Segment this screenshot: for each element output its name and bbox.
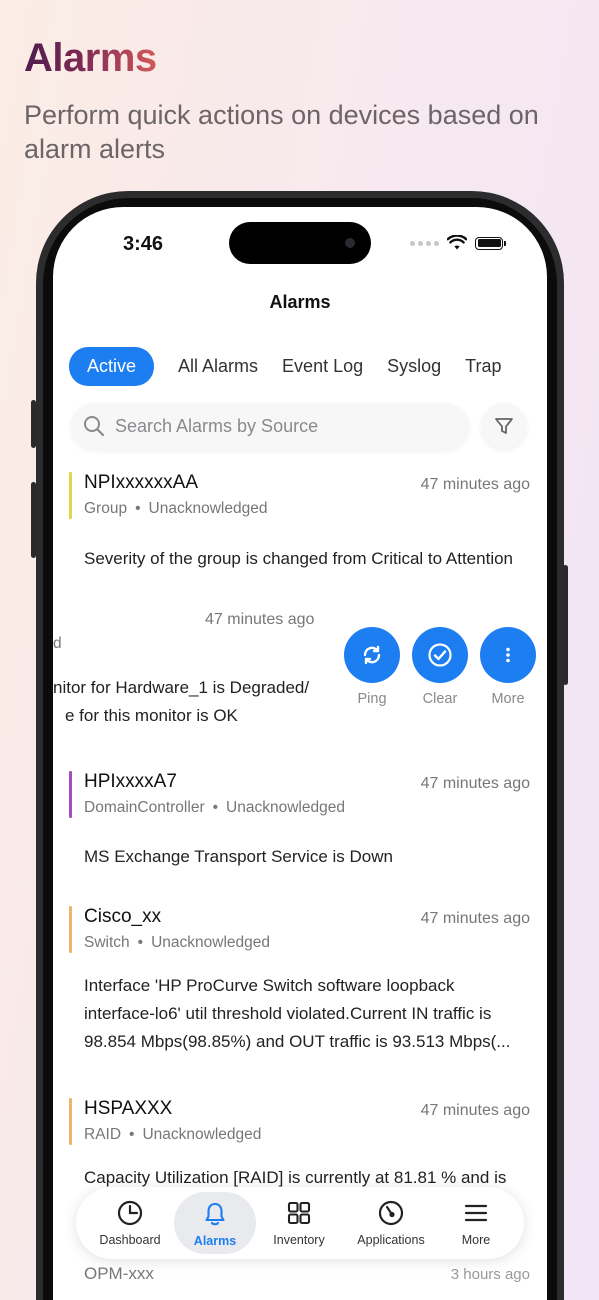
alarm-category: RAID — [84, 1126, 122, 1143]
tabbar-label: Alarms — [193, 1234, 237, 1248]
alarm-message-line: e for this monitor is OK — [65, 706, 238, 725]
promo-subtitle: Perform quick actions on devices based o… — [24, 100, 539, 164]
severity-indicator — [69, 1098, 72, 1145]
alarm-item[interactable]: NPIxxxxxxAA 47 minutes ago Group • Unackno… — [53, 472, 547, 582]
alarm-meta: RAID • Unacknowledged — [84, 1126, 262, 1143]
applications-icon — [378, 1200, 404, 1226]
clear-label: Clear — [422, 691, 458, 707]
cellular-signal-icon — [410, 240, 439, 246]
grid-icon — [287, 1201, 311, 1225]
phone-screen: 3:46 Alarms Active All Alarms Event Log … — [53, 207, 547, 1300]
alarm-source: Cisco_xx — [84, 906, 162, 927]
search-placeholder: Search Alarms by Source — [115, 415, 319, 436]
alarm-time: 3 hours ago — [450, 1266, 530, 1283]
alarm-meta: Switch • Unacknowledged — [84, 934, 271, 951]
tabbar-alarms[interactable]: Alarms — [174, 1192, 256, 1254]
alarm-meta: Group • Unacknowledged — [84, 500, 268, 517]
clear-button[interactable]: Clear — [412, 627, 468, 707]
more-actions-button[interactable]: More — [480, 627, 536, 707]
alarm-category: Group — [84, 500, 128, 517]
swiped-alarm-item[interactable]: 47 minutes ago d nitor for Hardware_1 is… — [53, 607, 547, 737]
alarm-time: 47 minutes ago — [420, 1102, 530, 1119]
phone-side-button — [31, 482, 36, 558]
alarm-source: HSPAXXX — [84, 1098, 173, 1119]
refresh-icon — [363, 645, 381, 665]
promo-title: Alarms — [24, 36, 157, 80]
alarm-status: Unacknowledged — [142, 1126, 262, 1143]
tab-event-log[interactable]: Event Log — [282, 347, 363, 386]
screen-title: Alarms — [269, 292, 331, 312]
severity-indicator — [69, 771, 72, 818]
ping-button[interactable]: Ping — [344, 627, 400, 707]
alarm-message-line: nitor for Hardware_1 is Degraded/ — [53, 678, 310, 697]
dynamic-island — [229, 222, 371, 264]
alarm-meta: DomainController • Unacknowledged — [84, 799, 345, 816]
tabbar-applications[interactable]: Applications — [346, 1187, 436, 1259]
alarm-source: HPIxxxxA7 — [84, 771, 177, 792]
alarm-item[interactable]: Cisco_xx 47 minutes ago Switch • Unacknowl… — [53, 906, 547, 1066]
filter-icon — [495, 418, 513, 434]
alarm-status: Unacknowledged — [226, 799, 345, 816]
bottom-tab-bar: Dashboard Alarms Inventory Applications … — [76, 1187, 524, 1259]
filter-button[interactable] — [481, 403, 527, 449]
tab-syslog[interactable]: Syslog — [387, 347, 441, 386]
wifi-icon — [447, 235, 467, 250]
ping-label: Ping — [357, 691, 387, 707]
alarm-time: 47 minutes ago — [205, 611, 315, 628]
status-icons — [410, 235, 506, 251]
menu-icon — [464, 1204, 488, 1222]
alarm-message: MS Exchange Transport Service is Down — [84, 847, 393, 866]
tabbar-label: Dashboard — [99, 1233, 161, 1247]
alarm-category: Switch — [84, 934, 130, 951]
more-vertical-icon — [506, 647, 510, 663]
alarm-time: 47 minutes ago — [420, 775, 530, 792]
alarm-message: Interface 'HP ProCurve Switch software l… — [84, 976, 511, 1051]
alarm-time: 47 minutes ago — [420, 910, 530, 927]
search-input[interactable]: Search Alarms by Source — [71, 403, 469, 449]
alarm-message: Severity of the group is changed from Cr… — [84, 549, 514, 568]
alarm-category: DomainController — [84, 799, 205, 816]
alarm-status: Unacknowledged — [148, 500, 268, 517]
alarm-time: 47 minutes ago — [420, 476, 530, 493]
check-circle-icon — [428, 643, 452, 667]
alarm-item[interactable]: HPIxxxxA7 47 minutes ago DomainControlle… — [53, 771, 547, 871]
tabbar-label: Inventory — [273, 1233, 325, 1247]
alarm-status: Unacknowledged — [151, 934, 271, 951]
alarm-source: NPIxxxxxxAA — [84, 472, 199, 493]
tabbar-inventory[interactable]: Inventory — [259, 1187, 339, 1259]
status-time: 3:46 — [123, 233, 164, 255]
alarm-source: OPM-xxx — [84, 1264, 154, 1283]
alarm-status-fragment: d — [53, 635, 62, 652]
tabbar-label: Applications — [357, 1233, 425, 1247]
alarm-tabs: Active All Alarms Event Log Syslog Trap — [69, 347, 501, 386]
phone-side-button — [31, 400, 36, 448]
bell-icon — [205, 1202, 225, 1226]
severity-indicator — [69, 906, 72, 953]
phone-side-button — [563, 565, 568, 685]
tab-active[interactable]: Active — [69, 347, 155, 386]
tabbar-label: More — [461, 1233, 491, 1247]
tab-trap[interactable]: Trap — [465, 347, 501, 386]
battery-icon — [475, 236, 506, 250]
tab-all-alarms[interactable]: All Alarms — [178, 347, 258, 386]
more-label: More — [491, 691, 525, 707]
severity-indicator — [69, 472, 72, 519]
tabbar-more[interactable]: More — [438, 1187, 514, 1259]
dashboard-icon — [117, 1200, 143, 1226]
search-icon — [84, 416, 105, 437]
tabbar-dashboard[interactable]: Dashboard — [90, 1187, 170, 1259]
